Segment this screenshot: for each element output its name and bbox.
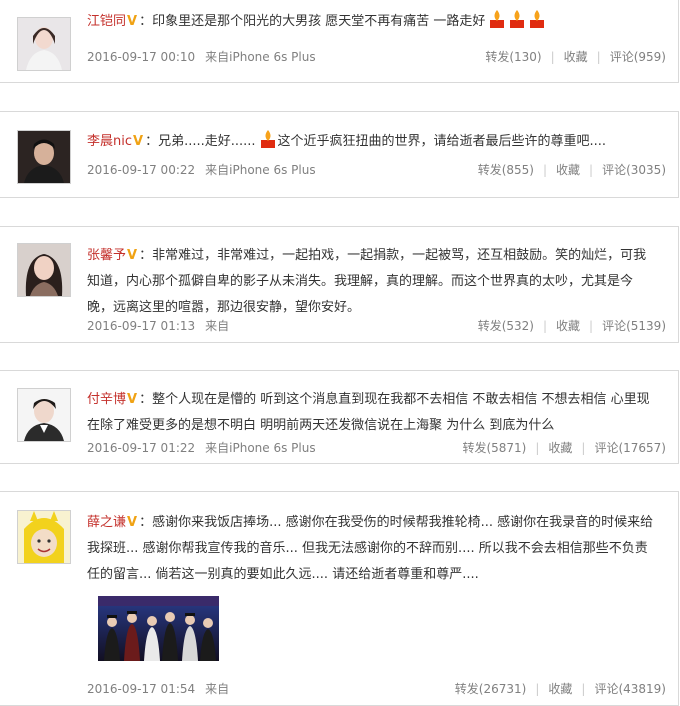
- post-content: ：整个人现在是懵的 听到这个消息直到现在我都不去相信 不敢去相信 不想去相信 心…: [87, 392, 650, 433]
- repost-button[interactable]: 转发(532): [478, 319, 534, 333]
- post-meta: 2016-09-17 01:13 来自: [87, 317, 229, 334]
- divider: |: [581, 441, 586, 455]
- weibo-post-card: 付辛博V ：整个人现在是懵的 听到这个消息直到现在我都不去相信 不敢去相信 不想去…: [0, 370, 679, 464]
- username-link[interactable]: 李晨nic: [87, 134, 132, 149]
- post-text: 江铠同V ：印象里还是那个阳光的大男孩 愿天堂不再有痛苦 一路走好: [87, 9, 658, 39]
- post-meta: 2016-09-17 01:54 来自: [87, 680, 229, 697]
- post-source[interactable]: 来自iPhone 6s Plus: [205, 163, 315, 177]
- avatar[interactable]: [17, 243, 71, 297]
- post-content: ：印象里还是那个阳光的大男孩 愿天堂不再有痛苦 一路走好: [139, 14, 486, 29]
- post-actions: 转发(532) | 收藏 | 评论(5139): [478, 317, 666, 334]
- repost-button[interactable]: 转发(855): [478, 163, 534, 177]
- post-meta: 2016-09-17 00:22 来自iPhone 6s Plus: [87, 161, 316, 178]
- divider: |: [535, 441, 540, 455]
- weibo-post-card: 李晨nicV ：兄弟.....走好...... 这个近乎疯狂扭曲的世界，请给逝者最后…: [0, 111, 679, 198]
- weibo-post-card: 江铠同V ：印象里还是那个阳光的大男孩 愿天堂不再有痛苦 一路走好 2016-09…: [0, 0, 679, 83]
- post-actions: 转发(5871) | 收藏 | 评论(17657): [462, 439, 666, 456]
- favorite-button[interactable]: 收藏: [564, 50, 588, 64]
- divider: |: [550, 50, 555, 64]
- divider: |: [542, 319, 548, 333]
- post-source[interactable]: 来自: [205, 682, 229, 696]
- divider: |: [596, 50, 601, 64]
- divider: |: [535, 682, 540, 696]
- post-actions: 转发(130) | 收藏 | 评论(959): [485, 48, 666, 65]
- candle-icon: [487, 9, 547, 39]
- verified-badge-icon: V: [127, 14, 138, 29]
- post-time[interactable]: 2016-09-17 00:22: [87, 163, 195, 177]
- favorite-button[interactable]: 收藏: [548, 682, 572, 696]
- verified-badge-icon: V: [127, 248, 138, 263]
- divider: |: [589, 319, 594, 333]
- favorite-button[interactable]: 收藏: [556, 163, 580, 177]
- avatar[interactable]: [17, 388, 71, 442]
- post-content: ：兄弟.....走好......: [145, 134, 256, 149]
- repost-button[interactable]: 转发(5871): [462, 441, 526, 455]
- verified-badge-icon: V: [127, 515, 138, 530]
- avatar[interactable]: [17, 130, 71, 184]
- comment-button[interactable]: 评论(43819): [594, 682, 666, 696]
- post-time[interactable]: 2016-09-17 01:13: [87, 319, 195, 333]
- post-time[interactable]: 2016-09-17 00:10: [87, 50, 195, 64]
- post-content: 这个近乎疯狂扭曲的世界，请给逝者最后些许的尊重吧....: [277, 134, 607, 149]
- comment-button[interactable]: 评论(3035): [602, 163, 666, 177]
- avatar[interactable]: [17, 510, 71, 564]
- repost-button[interactable]: 转发(130): [485, 50, 541, 64]
- username-link[interactable]: 张馨予: [87, 248, 126, 263]
- post-time[interactable]: 2016-09-17 01:22: [87, 441, 195, 455]
- divider: |: [589, 163, 594, 177]
- post-text: 李晨nicV ：兄弟.....走好...... 这个近乎疯狂扭曲的世界，请给逝者最后…: [87, 129, 658, 159]
- divider: |: [581, 682, 586, 696]
- verified-badge-icon: V: [133, 134, 144, 149]
- post-meta: 2016-09-17 01:22 来自iPhone 6s Plus: [87, 439, 316, 456]
- candle-icon: [258, 129, 278, 159]
- post-meta: 2016-09-17 00:10 来自iPhone 6s Plus: [87, 48, 316, 65]
- comment-button[interactable]: 评论(17657): [594, 441, 666, 455]
- favorite-button[interactable]: 收藏: [548, 441, 572, 455]
- comment-button[interactable]: 评论(5139): [602, 319, 666, 333]
- post-photo[interactable]: [98, 596, 219, 661]
- post-time[interactable]: 2016-09-17 01:54: [87, 682, 195, 696]
- post-actions: 转发(26731) | 收藏 | 评论(43819): [455, 680, 666, 697]
- post-content: ：感谢你来我饭店捧场... 感谢你在我受伤的时候帮我推轮椅... 感谢你在我录音…: [87, 515, 654, 582]
- post-content: ：非常难过，非常难过，一起拍戏，一起捐款，一起被骂，还互相鼓励。笑的灿烂，可我知…: [87, 248, 647, 315]
- post-text: 付辛博V ：整个人现在是懵的 听到这个消息直到现在我都不去相信 不敢去相信 不想去…: [87, 387, 658, 439]
- post-source[interactable]: 来自iPhone 6s Plus: [205, 50, 315, 64]
- comment-button[interactable]: 评论(959): [610, 50, 666, 64]
- username-link[interactable]: 付辛博: [87, 392, 126, 407]
- weibo-post-card: 张馨予V ：非常难过，非常难过，一起拍戏，一起捐款，一起被骂，还互相鼓励。笑的灿烂…: [0, 226, 679, 343]
- divider: |: [542, 163, 548, 177]
- favorite-button[interactable]: 收藏: [556, 319, 580, 333]
- post-source[interactable]: 来自: [205, 319, 229, 333]
- post-text: 张馨予V ：非常难过，非常难过，一起拍戏，一起捐款，一起被骂，还互相鼓励。笑的灿烂…: [87, 243, 658, 321]
- avatar[interactable]: [17, 17, 71, 71]
- repost-button[interactable]: 转发(26731): [455, 682, 527, 696]
- username-link[interactable]: 薛之谦: [87, 515, 126, 530]
- post-actions: 转发(855) | 收藏 | 评论(3035): [478, 161, 666, 178]
- verified-badge-icon: V: [127, 392, 138, 407]
- username-link[interactable]: 江铠同: [87, 14, 126, 29]
- post-text: 薛之谦V ：感谢你来我饭店捧场... 感谢你在我受伤的时候帮我推轮椅... 感谢你…: [87, 510, 658, 588]
- post-source[interactable]: 来自iPhone 6s Plus: [205, 441, 315, 455]
